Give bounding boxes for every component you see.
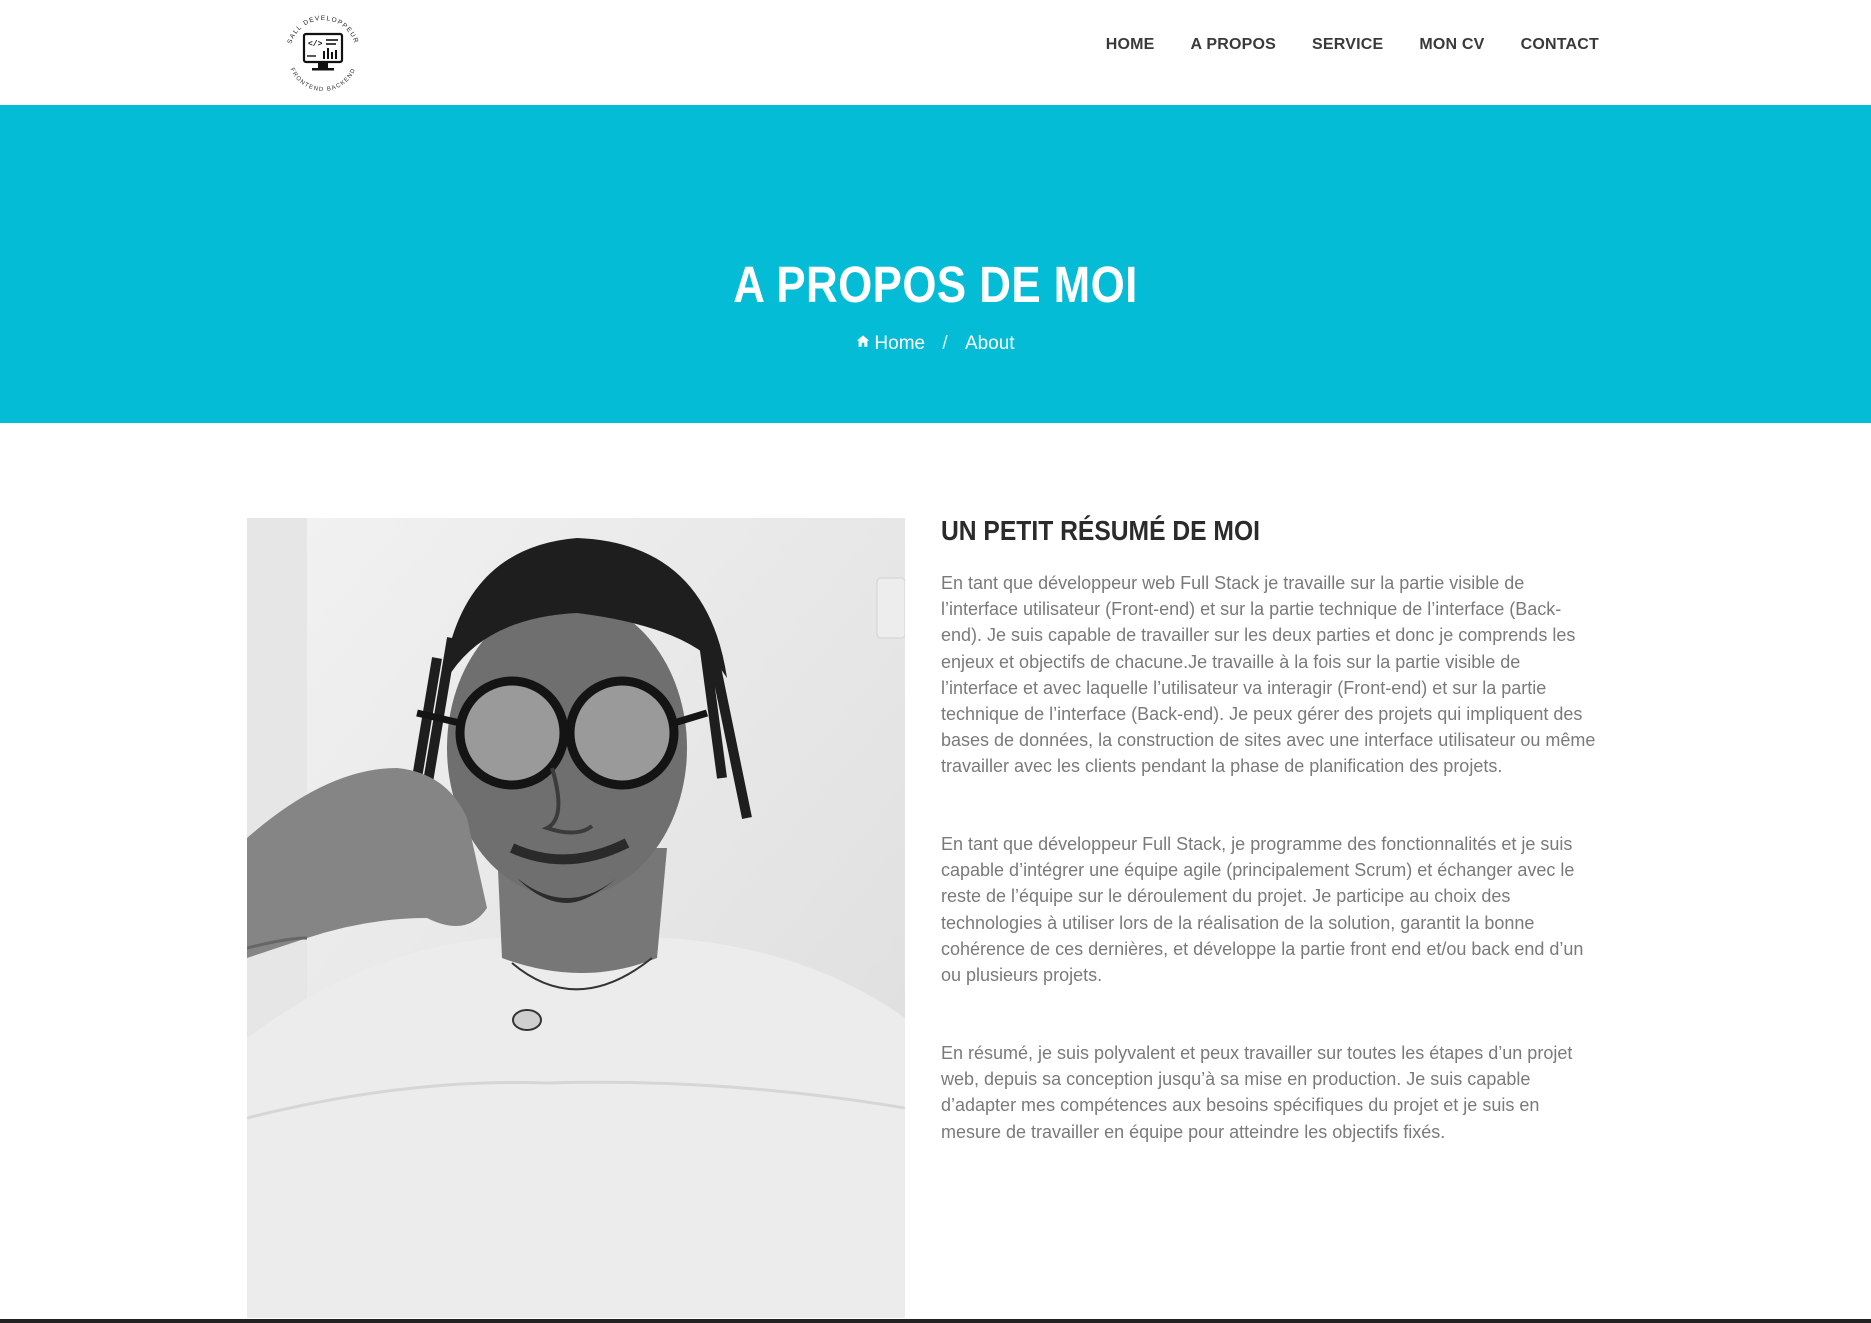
nav-home[interactable]: HOME (1106, 36, 1155, 54)
section-title: UN PETIT RÉSUMÉ DE MOI (941, 515, 1260, 546)
nav-mon-cv[interactable]: MON CV (1419, 36, 1484, 54)
about-paragraph-3: En résumé, je suis polyvalent et peux tr… (941, 1043, 1573, 1142)
footer-edge (0, 1319, 1871, 1323)
breadcrumb-separator: / (942, 333, 948, 355)
breadcrumb-home-label: Home (874, 333, 926, 354)
site-header: SALL DEVELOPPEUR FRONTEND BACKEND </> HO… (0, 0, 1871, 105)
main-nav: HOME A PROPOS SERVICE MON CV CONTACT (1070, 36, 1599, 54)
page-title: A PROPOS DE MOI (733, 256, 1138, 313)
nav-a-propos[interactable]: A PROPOS (1191, 36, 1276, 54)
about-paragraph-1: En tant que développeur web Full Stack j… (941, 573, 1596, 777)
profile-photo (247, 518, 905, 1318)
home-icon (857, 335, 870, 347)
nav-service[interactable]: SERVICE (1312, 36, 1383, 54)
hero-banner: A PROPOS DE MOI Home / About (0, 105, 1871, 423)
breadcrumb-current: About (964, 333, 1015, 355)
breadcrumb-home[interactable]: Home (856, 333, 925, 355)
logo[interactable]: SALL DEVELOPPEUR FRONTEND BACKEND </> (276, 6, 370, 100)
svg-text:</>: </> (308, 40, 323, 49)
about-paragraph-2: En tant que développeur Full Stack, je p… (941, 834, 1584, 986)
nav-contact[interactable]: CONTACT (1521, 36, 1599, 54)
breadcrumb: Home / About (0, 333, 1871, 355)
